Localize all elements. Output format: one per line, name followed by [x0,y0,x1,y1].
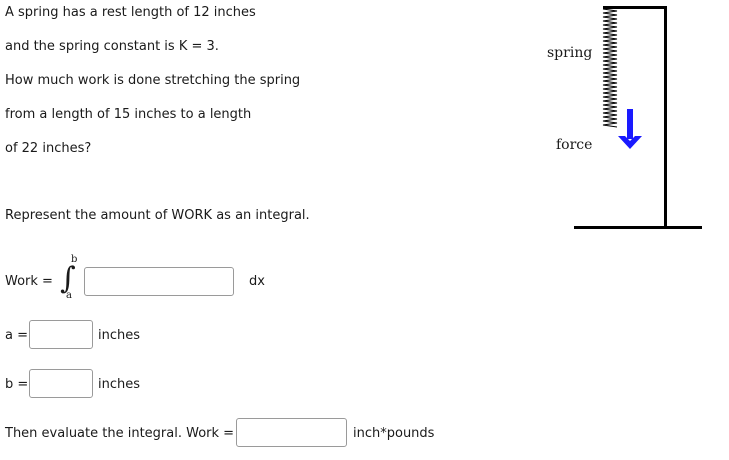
a-unit: inches [98,328,141,343]
spring-diagram [574,6,702,229]
b-label: b = [5,377,29,392]
work-unit: inch*pounds [353,426,435,441]
force-arrow-icon [618,109,642,149]
spring-coil-icon [602,8,618,128]
base-bar [574,226,702,229]
problem-line-1: A spring has a rest length of 12 inches [5,5,256,20]
evaluate-label: Then evaluate the integral. Work = [5,426,235,441]
problem-line-2: and the spring constant is K = 3. [5,39,219,54]
problem-line-4: from a length of 15 inches to a length [5,107,252,122]
integral-lower-limit: a [66,290,72,301]
represent-instruction: Represent the amount of WORK as an integ… [5,208,310,223]
integrand-input[interactable] [84,267,234,296]
top-bar [603,6,666,9]
lower-limit-input[interactable] [29,320,93,349]
work-label: Work = [5,274,53,289]
work-value-input[interactable] [236,418,347,447]
problem-line-5: of 22 inches? [5,141,92,156]
a-label: a = [5,328,28,343]
upper-limit-input[interactable] [29,369,93,398]
integral-upper-limit: b [71,254,78,265]
dx-label: dx [249,274,265,289]
b-unit: inches [98,377,141,392]
problem-line-3: How much work is done stretching the spr… [5,73,301,88]
vertical-post [664,6,667,228]
